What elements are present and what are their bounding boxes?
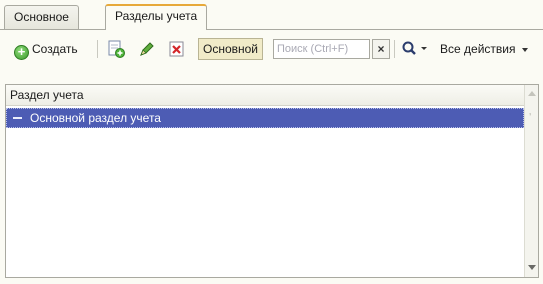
tab-accounting-sections-label: Разделы учета [115, 9, 198, 23]
table-row[interactable]: Основной раздел учета [6, 108, 524, 128]
table-header[interactable]: Раздел учета [6, 85, 524, 106]
row-marker-icon [13, 116, 22, 119]
magnifier-icon [402, 41, 427, 55]
search-options-button[interactable] [400, 39, 432, 59]
delete-button[interactable] [167, 39, 187, 59]
tab-main[interactable]: Основное [4, 5, 79, 29]
accounting-sections-table: Раздел учета Основной раздел учета ❜ [5, 84, 539, 278]
plus-circle-icon: + [14, 45, 29, 60]
tab-main-label: Основное [14, 10, 69, 24]
add-copy-button[interactable] [106, 39, 126, 59]
create-button-label: Создать [32, 42, 78, 56]
all-actions-label: Все действия [440, 42, 516, 56]
tab-bar: Основное Разделы учета [0, 0, 543, 30]
add-copy-icon [108, 40, 125, 58]
tab-accounting-sections[interactable]: Разделы учета [105, 4, 208, 30]
row-label: Основной раздел учета [30, 111, 161, 125]
chevron-down-icon [421, 47, 427, 50]
search-input[interactable]: Поиск (Ctrl+F) [273, 39, 370, 59]
pencil-icon [140, 42, 154, 56]
vertical-scrollbar[interactable]: ❜ [524, 85, 538, 277]
search-clear-button[interactable]: × [372, 39, 390, 59]
toolbar-separator [97, 40, 98, 58]
tab-bar-line [0, 29, 543, 30]
search-placeholder: Поиск (Ctrl+F) [277, 43, 349, 55]
toolbar-separator [394, 40, 395, 58]
delete-x-icon [169, 41, 184, 57]
scroll-grip-icon: ❜ [529, 112, 532, 121]
column-header-section: Раздел учета [10, 88, 84, 102]
main-toggle-button[interactable]: Основной [198, 38, 264, 60]
scroll-up-icon[interactable] [528, 91, 536, 96]
toolbar: + Создать Основной Поиск (Ctrl+F) × Все … [0, 36, 543, 62]
all-actions-button[interactable]: Все действия [440, 38, 528, 60]
chevron-down-icon [521, 47, 528, 52]
edit-button[interactable] [137, 39, 157, 59]
scroll-down-icon[interactable] [528, 265, 536, 270]
create-button[interactable]: + Создать [14, 38, 78, 60]
close-icon: × [377, 42, 385, 56]
main-toggle-label: Основной [203, 42, 259, 56]
